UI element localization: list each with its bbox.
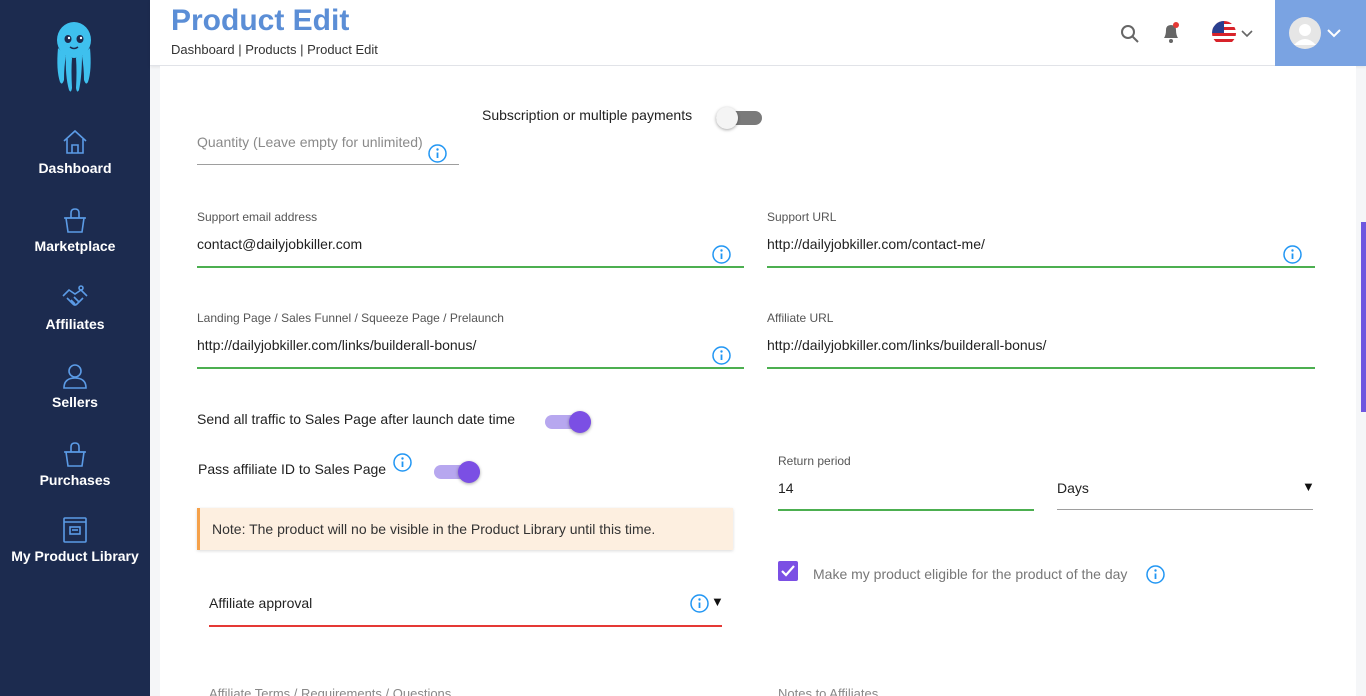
bag-icon <box>64 208 86 233</box>
scrollbar-thumb[interactable] <box>1361 222 1366 412</box>
sidebar: Dashboard Marketplace Affiliates Sellers… <box>0 0 150 696</box>
top-header: Product Edit Dashboard | Products | Prod… <box>150 0 1366 66</box>
support-url-label: Support URL <box>767 210 837 224</box>
support-email-label: Support email address <box>197 210 318 224</box>
sidebar-item-my-product-library[interactable]: My Product Library <box>0 516 150 564</box>
info-icon[interactable] <box>1283 245 1302 264</box>
info-icon[interactable] <box>428 144 447 163</box>
octopus-logo[interactable] <box>52 20 96 94</box>
pass-affiliate-toggle[interactable] <box>434 460 480 483</box>
search-icon[interactable] <box>1120 24 1140 44</box>
sidebar-item-label: Marketplace <box>34 238 116 254</box>
info-icon[interactable] <box>712 346 731 365</box>
sidebar-item-affiliates[interactable]: Affiliates <box>0 284 150 332</box>
return-period-field[interactable]: 14 <box>778 480 794 496</box>
support-email-underline <box>197 266 744 268</box>
landing-page-label: Landing Page / Sales Funnel / Squeeze Pa… <box>197 311 504 325</box>
book-icon <box>63 517 87 543</box>
visibility-note: Note: The product will no be visible in … <box>197 508 733 550</box>
affiliate-url-label: Affiliate URL <box>767 311 834 325</box>
home-icon <box>63 129 87 154</box>
landing-page-underline <box>197 367 744 369</box>
affiliate-url-underline <box>767 367 1315 369</box>
return-period-underline <box>778 509 1034 511</box>
send-traffic-toggle[interactable] <box>545 410 591 433</box>
subscription-toggle[interactable] <box>716 106 762 129</box>
pass-affiliate-label: Pass affiliate ID to Sales Page <box>198 461 387 477</box>
page-title: Product Edit <box>171 4 350 37</box>
sidebar-item-dashboard[interactable]: Dashboard <box>0 128 150 176</box>
subscription-label: Subscription or multiple payments <box>482 107 693 123</box>
affiliate-approval-select[interactable]: Affiliate approval <box>209 595 312 611</box>
us-flag-icon[interactable] <box>1211 20 1237 46</box>
quantity-underline <box>197 164 459 165</box>
bell-icon[interactable] <box>1160 21 1182 45</box>
affiliate-url-field[interactable]: http://dailyjobkiller.com/links/buildera… <box>767 337 1046 353</box>
return-period-unit-underline <box>1057 509 1313 510</box>
sidebar-item-label: Dashboard <box>38 160 112 176</box>
sidebar-item-label: Sellers <box>52 394 98 410</box>
handshake-icon <box>62 285 88 306</box>
check-icon <box>781 565 795 577</box>
affiliate-terms-label: Affiliate Terms / Requirements / Questio… <box>209 686 452 696</box>
user-icon <box>63 364 87 389</box>
chevron-down-icon[interactable] <box>1241 28 1253 38</box>
chevron-down-icon[interactable] <box>1327 28 1341 38</box>
support-url-underline <box>767 266 1315 268</box>
dropdown-caret-icon[interactable]: ▼ <box>711 594 724 609</box>
affiliate-approval-underline <box>209 625 722 627</box>
sidebar-item-purchases[interactable]: Purchases <box>0 440 150 488</box>
send-traffic-label: Send all traffic to Sales Page after lau… <box>197 411 516 427</box>
info-icon[interactable] <box>393 453 412 472</box>
quantity-input[interactable]: Quantity (Leave empty for unlimited) <box>197 134 423 150</box>
sidebar-item-sellers[interactable]: Sellers <box>0 362 150 410</box>
product-of-day-checkbox[interactable] <box>778 561 798 581</box>
return-period-label: Return period <box>778 454 851 468</box>
info-icon[interactable] <box>690 594 709 613</box>
dropdown-caret-icon[interactable]: ▼ <box>1302 479 1315 494</box>
landing-page-field[interactable]: http://dailyjobkiller.com/links/buildera… <box>197 337 476 353</box>
sidebar-item-label: Affiliates <box>45 316 105 332</box>
sidebar-item-label: Purchases <box>39 472 111 488</box>
user-menu[interactable] <box>1275 0 1366 66</box>
product-of-day-label: Make my product eligible for the product… <box>813 566 1128 582</box>
notes-affiliates-label: Notes to Affiliates <box>778 686 879 696</box>
info-icon[interactable] <box>712 245 731 264</box>
sidebar-item-marketplace[interactable]: Marketplace <box>0 206 150 254</box>
return-period-unit-select[interactable]: Days <box>1057 480 1089 496</box>
breadcrumb[interactable]: Dashboard | Products | Product Edit <box>171 42 378 57</box>
bag-icon <box>64 442 86 467</box>
product-edit-card <box>160 66 1356 696</box>
support-url-field[interactable]: http://dailyjobkiller.com/contact-me/ <box>767 236 985 252</box>
info-icon[interactable] <box>1146 565 1165 584</box>
sidebar-item-label: My Product Library <box>11 548 139 564</box>
avatar[interactable] <box>1289 17 1321 49</box>
support-email-field[interactable]: contact@dailyjobkiller.com <box>197 236 362 252</box>
